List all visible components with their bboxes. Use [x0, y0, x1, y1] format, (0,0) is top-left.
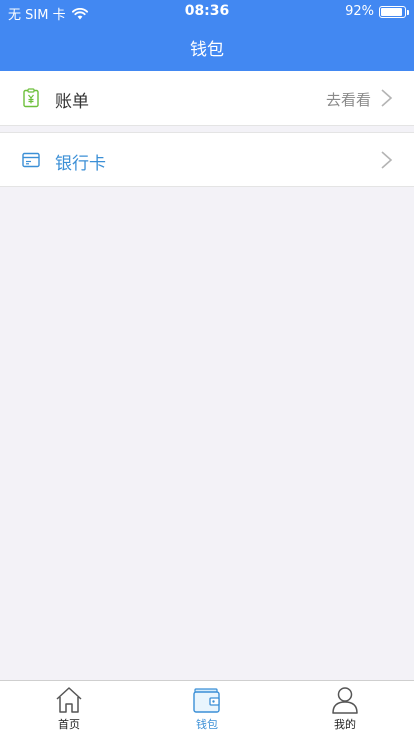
battery-level [381, 7, 403, 16]
bill-label: 账单 [55, 92, 89, 112]
chevron-right-icon [381, 151, 393, 169]
status-bar: 无 SIM 卡 08:36 92% [0, 0, 414, 24]
header: 无 SIM 卡 08:36 92% 钱包 [0, 0, 414, 71]
tab-home[interactable]: 首页 [0, 681, 138, 736]
bill-icon [23, 88, 39, 108]
bank-card-icon [22, 152, 40, 168]
bank-card-cell[interactable]: 银行卡 [0, 132, 414, 187]
page-title: 钱包 [190, 40, 224, 60]
battery-icon [379, 5, 409, 18]
battery-percent: 92% [345, 4, 374, 19]
chevron-right-icon [381, 89, 393, 107]
person-icon [332, 687, 358, 714]
status-right: 92% [345, 4, 409, 19]
bill-detail: 去看看 [325, 91, 371, 109]
tab-wallet-label: 钱包 [196, 718, 218, 731]
tab-wallet[interactable]: 钱包 [138, 681, 276, 736]
tab-bar: 首页 钱包 我的 [0, 680, 414, 736]
bank-card-label: 银行卡 [55, 154, 106, 174]
tab-home-label: 首页 [58, 718, 80, 731]
wallet-icon [193, 688, 220, 713]
home-icon [56, 687, 82, 713]
tab-mine-label: 我的 [334, 718, 356, 731]
bill-cell[interactable]: 账单 去看看 [0, 71, 414, 126]
tab-mine[interactable]: 我的 [276, 681, 414, 736]
